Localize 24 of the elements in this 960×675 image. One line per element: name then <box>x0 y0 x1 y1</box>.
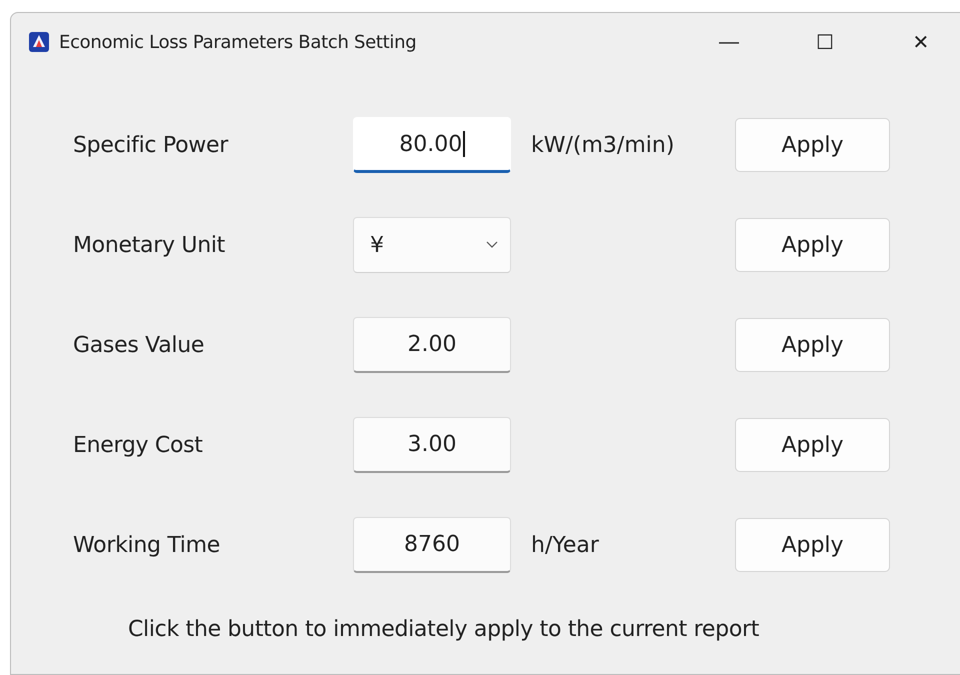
unit-label: kW/(m3/min) <box>531 132 674 158</box>
input-field[interactable]: 2.00 <box>353 317 511 373</box>
window-title: Economic Loss Parameters Batch Setting <box>59 32 416 52</box>
apply-button[interactable]: Apply <box>735 118 890 172</box>
input-field[interactable]: 8760 <box>353 517 511 573</box>
maximize-button[interactable]: ☐ <box>777 22 873 62</box>
field-label: Specific Power <box>73 132 230 158</box>
apply-button[interactable]: Apply <box>735 418 890 472</box>
apply-button[interactable]: Apply <box>735 218 890 272</box>
field-label: Working Time <box>73 532 221 558</box>
apply-button[interactable]: Apply <box>735 518 890 572</box>
field-label: Monetary Unit <box>73 232 226 258</box>
hint-text: Click the button to immediately apply to the current report <box>128 617 760 642</box>
apply-button[interactable]: Apply <box>735 318 890 372</box>
input-field[interactable]: 3.00 <box>353 417 511 473</box>
chevron-down-icon <box>486 241 498 249</box>
close-button[interactable]: ✕ <box>873 22 960 62</box>
field-label: Energy Cost <box>73 432 204 458</box>
minimize-button[interactable]: — <box>681 22 777 62</box>
currency-dropdown[interactable]: ¥ <box>353 217 511 273</box>
unit-label: h/Year <box>531 532 599 558</box>
field-label: Gases Value <box>73 332 206 358</box>
app-icon <box>29 32 49 52</box>
input-field[interactable]: 80.00 <box>353 117 511 173</box>
